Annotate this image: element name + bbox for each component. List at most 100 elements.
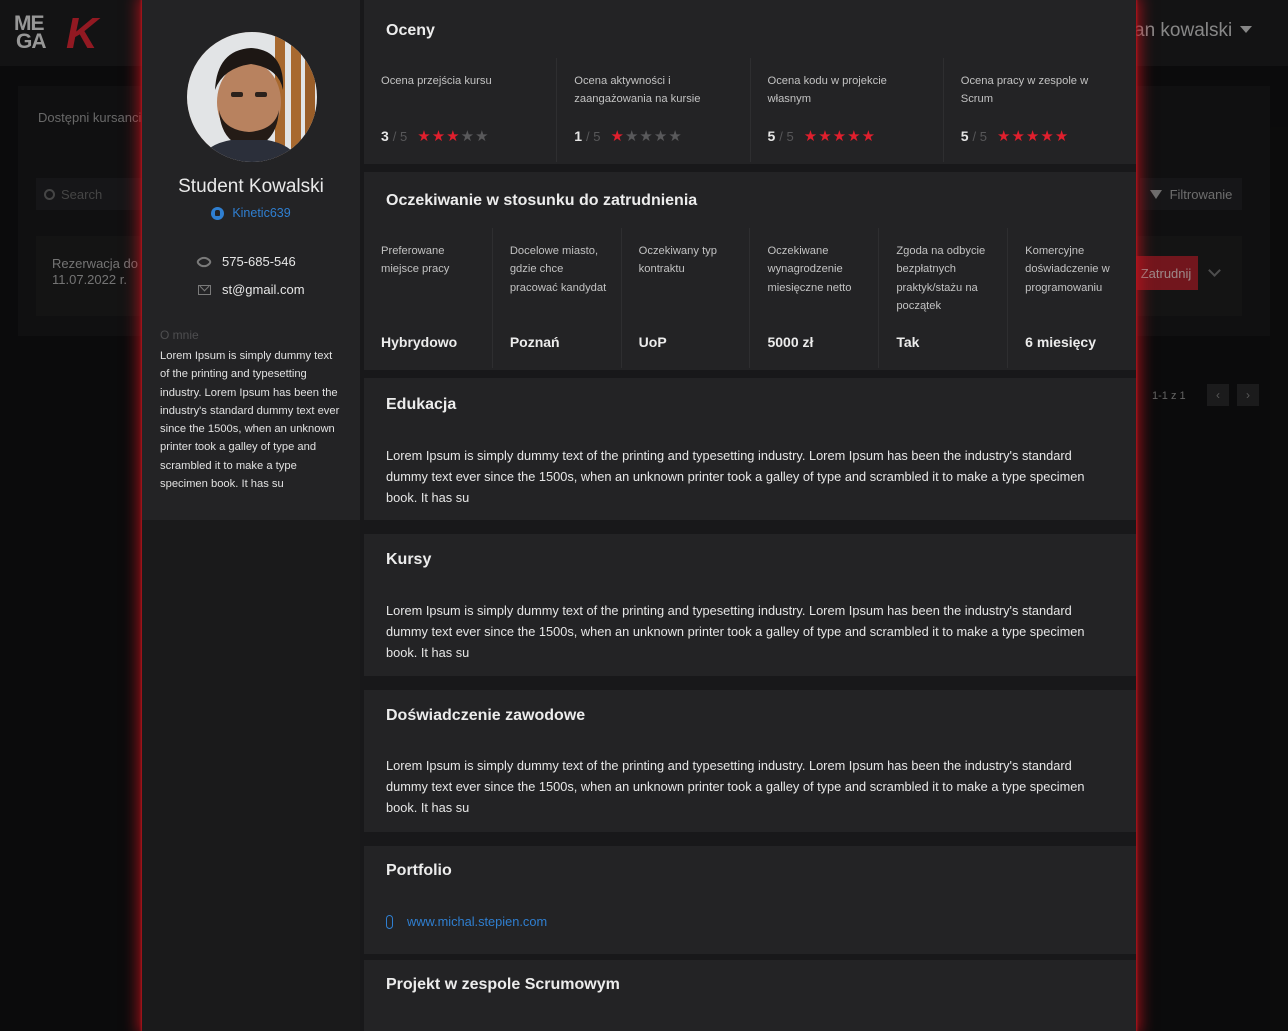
expectation-item: Oczekiwane wynagrodzenie miesięczne nett… [750, 228, 880, 368]
star-empty-icon: ★ [639, 127, 653, 145]
paperclip-icon [386, 914, 393, 929]
star-filled-icon: ★ [861, 127, 876, 145]
grade-score: 5 [767, 128, 776, 144]
expectation-value: Hybrydowo [381, 334, 458, 350]
experience-text: Lorem Ipsum is simply dummy text of the … [386, 758, 1085, 815]
star-empty-icon: ★ [624, 127, 639, 145]
student-details-modal: Student Kowalski Kinetic639 575-685-546 … [142, 0, 1136, 1031]
grade-max: / 5 [586, 128, 601, 144]
expectation-item: Preferowane miejsce pracy Hybrydowo [364, 228, 493, 368]
grade-label: Ocena pracy w zespole w Scrum [960, 75, 1089, 105]
student-avatar [187, 32, 317, 162]
grades-list: Ocena przejścia kursu 3 / 5 ★ ★ ★ ★ ★ Ocena … [364, 58, 1136, 162]
star-filled-icon: ★ [610, 127, 624, 145]
star-rating: ★ ★ ★ ★ ★ [804, 129, 876, 144]
app-root: ME GA K an kowalski Dostępni kursanci Se… [0, 0, 1288, 1031]
grades-title: Oceny [386, 22, 435, 39]
scrum-project-section: Projekt w zespole Scrumowym [364, 960, 1136, 1031]
star-rating: ★ ★ ★ ★ ★ [417, 129, 489, 144]
grade-score: 1 [574, 128, 583, 144]
portfolio-link[interactable]: www.michal.stepien.com [386, 914, 547, 929]
star-filled-icon: ★ [803, 127, 818, 145]
grade-item: Ocena aktywności i zaangażowania na kurs… [557, 58, 751, 162]
star-filled-icon: ★ [431, 127, 446, 145]
grade-value: 5 / 5 ★ ★ ★ ★ ★ [961, 128, 1070, 144]
expectation-item: Docelowe miasto, gdzie chce pracować kan… [493, 228, 622, 368]
mail-icon [198, 284, 211, 295]
star-filled-icon: ★ [1025, 127, 1040, 145]
expectation-label: Docelowe miasto, gdzie chce pracować kan… [509, 245, 607, 294]
profile-column: Student Kowalski Kinetic639 575-685-546 … [142, 0, 360, 1031]
grade-item: Ocena pracy w zespole w Scrum 5 / 5 ★ ★ ★ ★… [944, 58, 1136, 162]
star-filled-icon: ★ [997, 127, 1011, 145]
grade-max: / 5 [392, 128, 408, 144]
star-filled-icon: ★ [832, 127, 847, 145]
details-column: Oceny Ocena przejścia kursu 3 / 5 ★ ★ ★ ★ ★ … [364, 0, 1136, 1031]
courses-text: Lorem Ipsum is simply dummy text of the … [386, 603, 1085, 660]
expectation-label: Komercyjne doświadczenie w programowaniu [1025, 245, 1110, 294]
education-section: Edukacja Lorem Ipsum is simply dummy tex… [364, 378, 1136, 520]
expectation-label: Oczekiwany typ kontraktu [638, 245, 717, 276]
grade-max: / 5 [779, 128, 794, 144]
scrum-project-title: Projekt w zespole Scrumowym [386, 976, 620, 993]
portfolio-section: Portfolio www.michal.stepien.com [364, 846, 1136, 954]
email-row: st@gmail.com [198, 282, 305, 297]
star-empty-icon: ★ [475, 127, 489, 145]
star-filled-icon: ★ [1040, 127, 1054, 145]
grades-section: Oceny Ocena przejścia kursu 3 / 5 ★ ★ ★ ★ ★ … [364, 0, 1136, 164]
star-empty-icon: ★ [460, 127, 475, 145]
star-filled-icon: ★ [1054, 127, 1069, 145]
star-filled-icon: ★ [446, 127, 460, 145]
expectation-item: Komercyjne doświadczenie w programowaniu… [1008, 228, 1136, 368]
grade-item: Ocena przejścia kursu 3 / 5 ★ ★ ★ ★ ★ [364, 58, 558, 162]
grade-max: / 5 [972, 128, 988, 144]
expectation-item: Oczekiwany typ kontraktu UoP [622, 228, 751, 368]
education-text: Lorem Ipsum is simply dummy text of the … [386, 448, 1085, 505]
star-empty-icon: ★ [668, 127, 682, 145]
phone-number: 575-685-546 [222, 254, 296, 269]
star-rating: ★ ★ ★ ★ ★ [611, 129, 683, 144]
phone-icon [195, 253, 213, 270]
expectation-value: 6 miesięcy [1025, 334, 1096, 350]
education-title: Edukacja [386, 396, 457, 413]
courses-title: Kursy [386, 551, 432, 568]
expectation-item: Zgoda na odbycie bezpłatnych praktyk/sta… [879, 228, 1009, 368]
github-link[interactable]: Kinetic639 [142, 206, 360, 220]
expectation-label: Zgoda na odbycie bezpłatnych praktyk/sta… [896, 245, 986, 312]
experience-title: Doświadczenie zawodowe [386, 707, 586, 724]
star-filled-icon: ★ [847, 127, 861, 145]
expectation-label: Oczekiwane wynagrodzenie miesięczne nett… [767, 245, 852, 294]
github-username: Kinetic639 [232, 206, 291, 220]
grade-value: 5 / 5 ★ ★ ★ ★ ★ [768, 128, 877, 144]
avatar-portrait [187, 32, 317, 162]
expectations-list: Preferowane miejsce pracy Hybrydowo Doce… [364, 228, 1136, 368]
grade-value: 1 / 5 ★ ★ ★ ★ ★ [574, 128, 683, 144]
expectations-title: Oczekiwanie w stosunku do zatrudnienia [386, 192, 698, 209]
email-address: st@gmail.com [222, 282, 305, 297]
github-icon [211, 206, 225, 220]
expectation-value: 5000 zł [767, 334, 814, 350]
star-empty-icon: ★ [653, 127, 668, 145]
grade-score: 3 [381, 128, 389, 144]
grade-item: Ocena kodu w projekcie własnym 5 / 5 ★ ★ ★… [751, 58, 944, 162]
about-title: O mnie [160, 328, 199, 342]
grade-value: 3 / 5 ★ ★ ★ ★ ★ [381, 128, 490, 144]
profile-card: Student Kowalski Kinetic639 575-685-546 … [142, 0, 360, 520]
expectation-value: Poznań [509, 334, 560, 350]
about-text: Lorem Ipsum is simply dummy text of the … [160, 350, 340, 491]
star-filled-icon: ★ [1011, 127, 1025, 145]
star-filled-icon: ★ [417, 127, 431, 145]
expectation-value: Tak [896, 334, 920, 350]
portfolio-title: Portfolio [386, 862, 452, 879]
experience-section: Doświadczenie zawodowe Lorem Ipsum is si… [364, 690, 1136, 832]
star-filled-icon: ★ [818, 127, 832, 145]
expectation-label: Preferowane miejsce pracy [381, 245, 450, 276]
expectation-value: UoP [638, 334, 667, 350]
grade-score: 5 [960, 128, 969, 144]
portfolio-url: www.michal.stepien.com [407, 914, 548, 929]
courses-section: Kursy Lorem Ipsum is simply dummy text o… [364, 534, 1136, 676]
student-name: Student Kowalski [178, 176, 324, 197]
phone-row: 575-685-546 [195, 253, 296, 270]
grade-label: Ocena kodu w projekcie własnym [767, 75, 887, 105]
expectations-section: Oczekiwanie w stosunku do zatrudnienia P… [364, 172, 1136, 370]
